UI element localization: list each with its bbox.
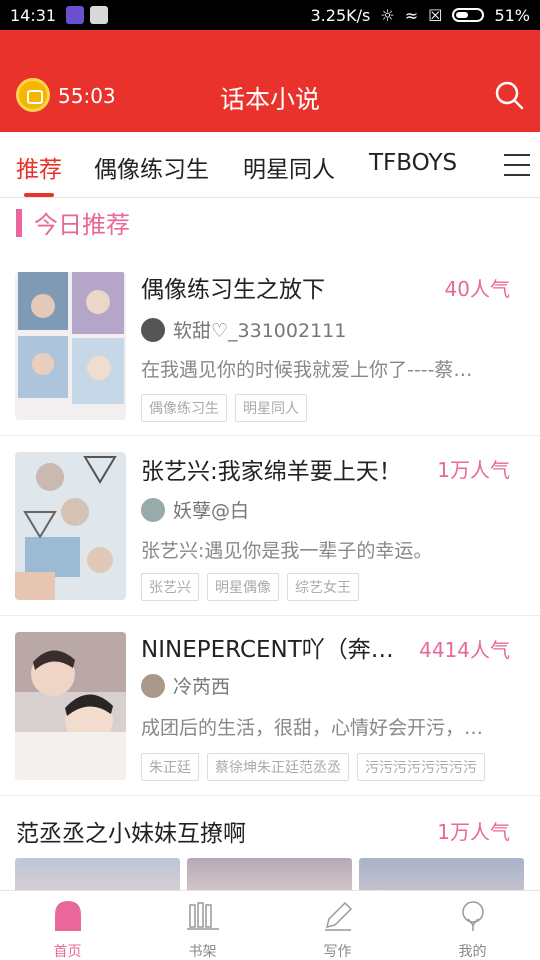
book-item[interactable]: 张艺兴:我家绵羊要上天！ 1万人气 妖孽@白 张艺兴:遇见你是我一辈子的幸运。 … <box>0 436 540 616</box>
wifi-icon: ≈ <box>404 5 419 25</box>
tag[interactable]: 明星同人 <box>235 394 307 422</box>
app-notification-icon <box>66 6 85 24</box>
status-bar: 14:31 3.25K/s ☼ ≈ ☒ 51% <box>0 0 540 30</box>
avatar <box>141 673 165 698</box>
nav-profile[interactable]: 我的 <box>405 891 540 960</box>
featured-title: 范丞丞之小妹妹互撩啊 <box>16 821 246 847</box>
author: 软甜♡_331002111 <box>141 316 346 343</box>
tag[interactable]: 张艺兴 <box>141 573 199 601</box>
battery-percent: 51% <box>494 5 530 25</box>
popularity-count: 40人气 <box>444 277 510 301</box>
author-name: 软甜♡_331002111 <box>173 320 347 342</box>
battery-icon <box>452 8 485 22</box>
featured-image <box>187 858 352 890</box>
nav-label: 我的 <box>458 944 487 960</box>
clock: 14:31 <box>10 5 57 25</box>
home-icon <box>54 901 81 931</box>
search-icon[interactable] <box>494 80 524 110</box>
nav-bookshelf[interactable]: 书架 <box>135 891 270 960</box>
app-title: 话本小说 <box>219 85 320 114</box>
nav-label: 写作 <box>323 944 352 960</box>
tab-idol-trainee[interactable]: 偶像练习生 <box>94 150 209 184</box>
category-tabs: 推荐 偶像练习生 明星同人 TFBOYS <box>0 132 540 198</box>
book-item[interactable]: 偶像练习生之放下 40人气 软甜♡_331002111 在我遇见你的时候我就爱上… <box>0 256 540 436</box>
tab-celebrity-fanfic[interactable]: 明星同人 <box>243 150 335 184</box>
bookshelf-icon <box>186 902 219 930</box>
popularity-count: 1万人气 <box>437 820 510 844</box>
author-name: 妖孽@白 <box>173 500 250 522</box>
tag[interactable]: 综艺女王 <box>287 573 359 601</box>
tag[interactable]: 污污污污污污污污 <box>357 753 485 781</box>
book-item[interactable]: NINEPERCENT吖（奔… 4414人气 冷芮西 成团后的生活，很甜，心情好… <box>0 616 540 796</box>
tag-list: 张艺兴 明星偶像 综艺女王 <box>141 573 359 601</box>
menu-icon[interactable] <box>504 154 530 176</box>
section-title: 今日推荐 <box>34 211 130 239</box>
app-header: 55:03 话本小说 <box>0 30 540 132</box>
featured-image <box>359 858 524 890</box>
book-title: 张艺兴:我家绵羊要上天！ <box>141 459 400 485</box>
write-icon <box>324 901 352 931</box>
book-description: 在我遇见你的时候我就爱上你了----蔡… <box>141 359 473 381</box>
book-description: 张艺兴:遇见你是我一辈子的幸运。 <box>141 540 433 562</box>
sim-icon: ☒ <box>428 5 443 25</box>
bottom-navigation: 首页 书架 写作 我的 <box>0 890 540 960</box>
tag[interactable]: 偶像练习生 <box>141 394 227 422</box>
tag[interactable]: 蔡徐坤朱正廷范丞丞 <box>207 753 349 781</box>
active-tab-indicator <box>24 193 54 197</box>
book-cover <box>15 632 126 780</box>
book-cover <box>15 452 126 600</box>
nav-write[interactable]: 写作 <box>270 891 405 960</box>
section-marker <box>16 208 22 237</box>
featured-book[interactable]: 范丞丞之小妹妹互撩啊 1万人气 <box>0 796 540 890</box>
nav-home[interactable]: 首页 <box>0 891 135 960</box>
tag-list: 朱正廷 蔡徐坤朱正廷范丞丞 污污污污污污污污 <box>141 753 485 781</box>
tab-tfboys[interactable]: TFBOYS <box>369 150 457 176</box>
popularity-count: 1万人气 <box>437 458 510 482</box>
nav-label: 书架 <box>188 944 217 960</box>
book-title: 偶像练习生之放下 <box>141 277 325 303</box>
tag[interactable]: 朱正廷 <box>141 753 199 781</box>
book-description: 成团后的生活，很甜，心情好会开污，… <box>141 717 484 739</box>
headphone-icon: ☼ <box>380 5 395 25</box>
play-store-notification-icon <box>90 6 109 24</box>
popularity-count: 4414人气 <box>419 638 510 662</box>
book-title: NINEPERCENT吖（奔… <box>141 637 394 663</box>
section-header: 今日推荐 <box>16 205 130 240</box>
book-cover <box>15 272 126 420</box>
author: 冷芮西 <box>141 672 230 699</box>
profile-icon <box>461 901 484 931</box>
tab-recommend[interactable]: 推荐 <box>16 150 62 184</box>
tag[interactable]: 明星偶像 <box>207 573 279 601</box>
featured-images <box>15 858 524 890</box>
author-name: 冷芮西 <box>173 676 231 698</box>
tag-list: 偶像练习生 明星同人 <box>141 394 307 422</box>
nav-label: 首页 <box>53 944 82 960</box>
avatar <box>141 317 165 342</box>
avatar <box>141 497 165 522</box>
network-speed: 3.25K/s <box>310 5 371 25</box>
author: 妖孽@白 <box>141 496 249 523</box>
featured-image <box>15 858 180 890</box>
